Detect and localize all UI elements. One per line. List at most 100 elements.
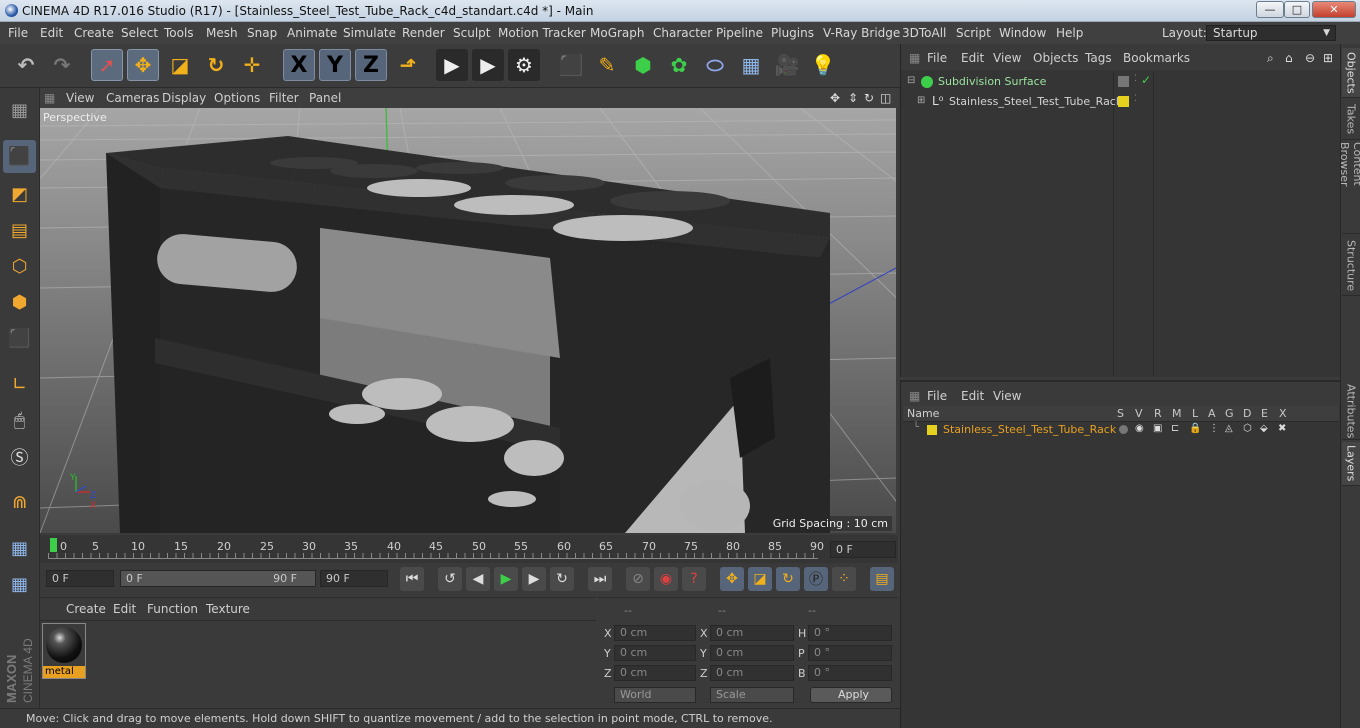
size-x-field[interactable]: 0 cm <box>710 625 794 641</box>
menu-character[interactable]: Character <box>653 26 712 40</box>
perspective-viewport[interactable]: Y Z X Perspective Grid Spacing : 10 cm <box>40 108 896 533</box>
workplane-icon[interactable]: ▤ <box>3 214 36 247</box>
key-pla-icon[interactable]: ⁘ <box>832 567 856 591</box>
autokey-icon[interactable]: ◉ <box>654 567 678 591</box>
maximize-button[interactable]: □ <box>1284 1 1310 18</box>
viewport-menu-options[interactable]: Options <box>214 91 260 105</box>
layer-col-deformers[interactable]: D <box>1243 407 1251 420</box>
minimize-button[interactable]: — <box>1256 1 1284 18</box>
menu-create[interactable]: Create <box>74 26 114 40</box>
workplane-lock-icon[interactable]: ▦ <box>3 532 36 565</box>
pos-y-field[interactable]: 0 cm <box>614 645 696 661</box>
expression-icon[interactable]: ⬙ <box>1260 423 1268 434</box>
render-picture-viewer-icon[interactable]: ▶ <box>472 49 504 81</box>
layers-menu-view[interactable]: View <box>993 389 1021 403</box>
eye-icon[interactable]: ◉ <box>1135 423 1144 434</box>
layers-menu-file[interactable]: File <box>927 389 947 403</box>
axis-mode-icon[interactable]: ∟ <box>3 368 36 401</box>
search-icon[interactable]: ⌕ <box>1267 51 1274 66</box>
objects-menu-file[interactable]: File <box>927 51 947 65</box>
menu-render[interactable]: Render <box>402 26 445 40</box>
layer-color-swatch[interactable] <box>927 425 937 435</box>
layer-col-animation[interactable]: A <box>1208 407 1216 420</box>
menu-help[interactable]: Help <box>1056 26 1083 40</box>
layer-col-expressions[interactable]: E <box>1261 407 1268 420</box>
go-to-start-icon[interactable]: ⏮ <box>400 567 424 591</box>
tab-takes[interactable]: Takes <box>1342 100 1360 140</box>
viewport-dolly-icon[interactable]: ⇕ <box>848 91 858 105</box>
size-y-field[interactable]: 0 cm <box>710 645 794 661</box>
render-view-icon[interactable]: ▶ <box>436 49 468 81</box>
render-dots-icon[interactable]: ⁚ <box>1134 94 1137 104</box>
rotate-tool-icon[interactable]: ↻ <box>200 49 232 81</box>
timeline-ruler[interactable]: 0 5 10 15 20 25 30 35 40 45 50 55 60 65 … <box>40 535 898 563</box>
points-mode-icon[interactable]: ⬡ <box>3 250 36 283</box>
size-z-field[interactable]: 0 cm <box>710 665 794 681</box>
live-selection-icon[interactable]: ➚ <box>91 49 123 81</box>
edges-mode-icon[interactable]: ⬢ <box>3 286 36 319</box>
layer-col-xref[interactable]: X <box>1279 407 1287 420</box>
deformer-icon[interactable]: ⬡ <box>1243 423 1252 434</box>
menu-mograph[interactable]: MoGraph <box>590 26 645 40</box>
link-icon[interactable]: ⊖ <box>1305 51 1315 65</box>
object-row-subdivision[interactable]: ⊟ Subdivision Surface ⁚ ✓ <box>901 73 1339 92</box>
pen-spline-icon[interactable]: ✎ <box>591 49 623 81</box>
key-rotation-icon[interactable]: ↻ <box>776 567 800 591</box>
render-clapper-icon[interactable]: ▣ <box>1153 423 1162 434</box>
xref-icon[interactable]: ✖ <box>1278 423 1286 434</box>
menu-simulate[interactable]: Simulate <box>343 26 396 40</box>
layer-col-render[interactable]: R <box>1154 407 1162 420</box>
previous-frame-icon[interactable]: ◀ <box>466 567 490 591</box>
coordinate-system-icon[interactable]: ⬏ <box>392 49 424 81</box>
undo-icon[interactable]: ↶ <box>10 49 42 81</box>
start-frame-field[interactable]: 0 F <box>46 570 114 587</box>
objects-menu-tags[interactable]: Tags <box>1085 51 1112 65</box>
coordinate-mode-select[interactable]: World <box>614 687 696 703</box>
rot-h-field[interactable]: 0 ° <box>808 625 892 641</box>
menu-script[interactable]: Script <box>956 26 991 40</box>
layer-col-generators[interactable]: G <box>1225 407 1234 420</box>
pos-x-field[interactable]: 0 cm <box>614 625 696 641</box>
z-axis-lock-button[interactable]: Z <box>355 49 387 81</box>
material-thumbnail-metal[interactable]: metal <box>42 623 86 679</box>
menu-edit[interactable]: Edit <box>40 26 63 40</box>
tab-objects[interactable]: Objects <box>1342 48 1360 98</box>
collapse-icon[interactable]: ⊟ <box>907 75 915 86</box>
deformer-icon[interactable]: ⬭ <box>699 49 731 81</box>
timeline-window-icon[interactable]: ▤ <box>870 567 894 591</box>
play-icon[interactable]: ▶ <box>494 567 518 591</box>
floor-icon[interactable]: ▦ <box>735 49 767 81</box>
light-icon[interactable]: 💡 <box>807 49 839 81</box>
viewport-rotate-icon[interactable]: ↻ <box>864 91 874 105</box>
layers-menu-edit[interactable]: Edit <box>961 389 984 403</box>
timeline-playhead[interactable] <box>50 538 57 552</box>
tab-content-browser[interactable]: Content Browser <box>1338 142 1360 234</box>
viewport-menu-panel[interactable]: Panel <box>309 91 341 105</box>
layer-col-solo[interactable]: S <box>1117 407 1124 420</box>
objects-menu-view[interactable]: View <box>993 51 1021 65</box>
layer-row[interactable]: └ Stainless_Steel_Test_Tube_Rack ◉ ▣ ⊏ 🔒… <box>903 422 1339 439</box>
keyframe-selection-icon[interactable]: ? <box>682 567 706 591</box>
menu-plugins[interactable]: Plugins <box>771 26 814 40</box>
size-mode-select[interactable]: Scale <box>710 687 794 703</box>
rot-p-field[interactable]: 0 ° <box>808 645 892 661</box>
menu-vray-bridge[interactable]: V-Ray Bridge <box>823 26 900 40</box>
render-settings-icon[interactable]: ⚙ <box>508 49 540 81</box>
key-parameter-icon[interactable]: Ⓟ <box>804 567 828 591</box>
array-icon[interactable]: ✿ <box>663 49 695 81</box>
model-mode-icon[interactable]: ▦ <box>3 94 36 127</box>
pos-z-field[interactable]: 0 cm <box>614 665 696 681</box>
layer-color-swatch[interactable] <box>1118 96 1129 107</box>
animation-icon[interactable]: ⋮ <box>1209 423 1219 434</box>
material-menu-texture[interactable]: Texture <box>206 602 250 616</box>
apply-button[interactable]: Apply <box>810 687 892 703</box>
x-axis-lock-button[interactable]: X <box>283 49 315 81</box>
enabled-check-icon[interactable]: ✓ <box>1141 73 1151 87</box>
menu-window[interactable]: Window <box>999 26 1046 40</box>
menu-mesh[interactable]: Mesh <box>206 26 238 40</box>
menu-tools[interactable]: Tools <box>164 26 194 40</box>
menu-file[interactable]: File <box>8 26 28 40</box>
move-tool-icon[interactable]: ✥ <box>127 49 159 81</box>
menu-sculpt[interactable]: Sculpt <box>453 26 490 40</box>
transform-tool-icon[interactable]: ✛ <box>236 49 268 81</box>
